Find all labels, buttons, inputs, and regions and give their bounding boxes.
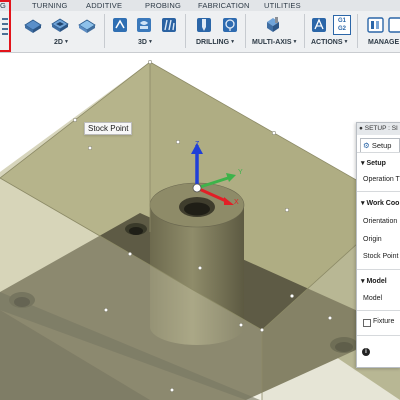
dialog-divider: [357, 191, 400, 192]
fixture-label: Fixture: [373, 318, 395, 325]
ribbon-tabs: G TURNING ADDITIVE PROBING FABRICATION U…: [0, 0, 400, 11]
dialog-divider: [357, 335, 400, 336]
operation-type-label: Operation T: [363, 176, 400, 183]
3d-pocket-icon[interactable]: [134, 15, 154, 35]
fixture-checkbox[interactable]: [363, 319, 371, 327]
setup-dialog: ● SETUP : SI ⚙ Setup ▾ Setup Operation T…: [356, 122, 400, 368]
x-axis-arrowhead: [224, 197, 234, 205]
tab-probing[interactable]: PROBING: [145, 1, 181, 10]
ribbon-divider: [357, 14, 358, 48]
tab-additive[interactable]: ADDITIVE: [86, 1, 122, 10]
group-manage-label[interactable]: MANAGE▼: [368, 39, 400, 46]
ribbon-divider: [185, 14, 186, 48]
3d-adaptive-icon[interactable]: [110, 15, 130, 35]
x-axis-label: X: [234, 199, 239, 206]
origin-marker[interactable]: [192, 183, 202, 193]
simulate-icon[interactable]: [309, 15, 329, 35]
stock-point-tooltip: Stock Point: [84, 122, 133, 135]
dialog-title: SETUP : SI: [364, 125, 398, 132]
group-3d-label[interactable]: 3D▼: [138, 39, 153, 46]
post-process-icon[interactable]: G1 G2: [333, 15, 351, 35]
section-model[interactable]: ▾ Model: [361, 277, 387, 285]
z-axis-label: Z: [195, 141, 200, 148]
tab-turning[interactable]: TURNING: [32, 1, 68, 10]
thread-icon[interactable]: [220, 15, 240, 35]
stock-point-label: Stock Point: [363, 253, 399, 260]
info-icon[interactable]: i: [362, 348, 370, 356]
dialog-header[interactable]: ● SETUP : SI: [357, 123, 400, 135]
2d-adaptive-icon[interactable]: [23, 15, 43, 35]
group-actions-label[interactable]: ACTIONS▼: [311, 39, 348, 46]
tab-fabrication[interactable]: FABRICATION: [198, 1, 250, 10]
dialog-divider: [357, 310, 400, 311]
2d-pocket-icon[interactable]: [50, 15, 70, 35]
model-label: Model: [363, 295, 383, 302]
setup-tab-label: Setup: [371, 141, 392, 150]
section-setup[interactable]: ▾ Setup: [361, 159, 386, 167]
toolbar-ribbon: G TURNING ADDITIVE PROBING FABRICATION U…: [0, 0, 400, 53]
template-icon[interactable]: [388, 15, 400, 35]
plate-hole: [125, 223, 147, 235]
tab-setup[interactable]: ⚙ Setup: [360, 138, 400, 152]
tool-library-icon[interactable]: [366, 15, 386, 35]
2d-face-icon[interactable]: [77, 15, 97, 35]
group-2d-label[interactable]: 2D▼: [54, 39, 69, 46]
ribbon-divider: [304, 14, 305, 48]
multi-axis-icon[interactable]: [263, 15, 283, 35]
dialog-divider: [357, 152, 400, 153]
y-axis-label: Y: [238, 169, 243, 176]
group-multi-axis-label[interactable]: MULTI-AXIS▼: [252, 39, 298, 46]
section-work-coordinates[interactable]: ▾ Work Coo: [361, 199, 399, 207]
model-viewport[interactable]: [0, 53, 400, 400]
ribbon-divider: [104, 14, 105, 48]
setup-icon[interactable]: [1, 18, 9, 38]
drill-icon[interactable]: [194, 15, 214, 35]
setup-tab-icon: ⚙: [363, 141, 370, 150]
3d-contour-icon[interactable]: [159, 15, 179, 35]
dialog-collapse-icon[interactable]: ●: [359, 125, 363, 132]
y-axis-arrow: [196, 176, 229, 190]
coordinate-triad[interactable]: Z Y X: [180, 138, 250, 208]
orientation-label: Orientation: [363, 218, 398, 225]
x-axis-arrow: [196, 186, 227, 203]
dialog-divider: [357, 269, 400, 270]
y-axis-arrowhead: [226, 173, 236, 182]
ribbon-divider: [245, 14, 246, 48]
origin-label: Origin: [363, 236, 382, 243]
group-drilling-label[interactable]: DRILLING▼: [196, 39, 235, 46]
tab-utilities[interactable]: UTILITIES: [264, 1, 301, 10]
